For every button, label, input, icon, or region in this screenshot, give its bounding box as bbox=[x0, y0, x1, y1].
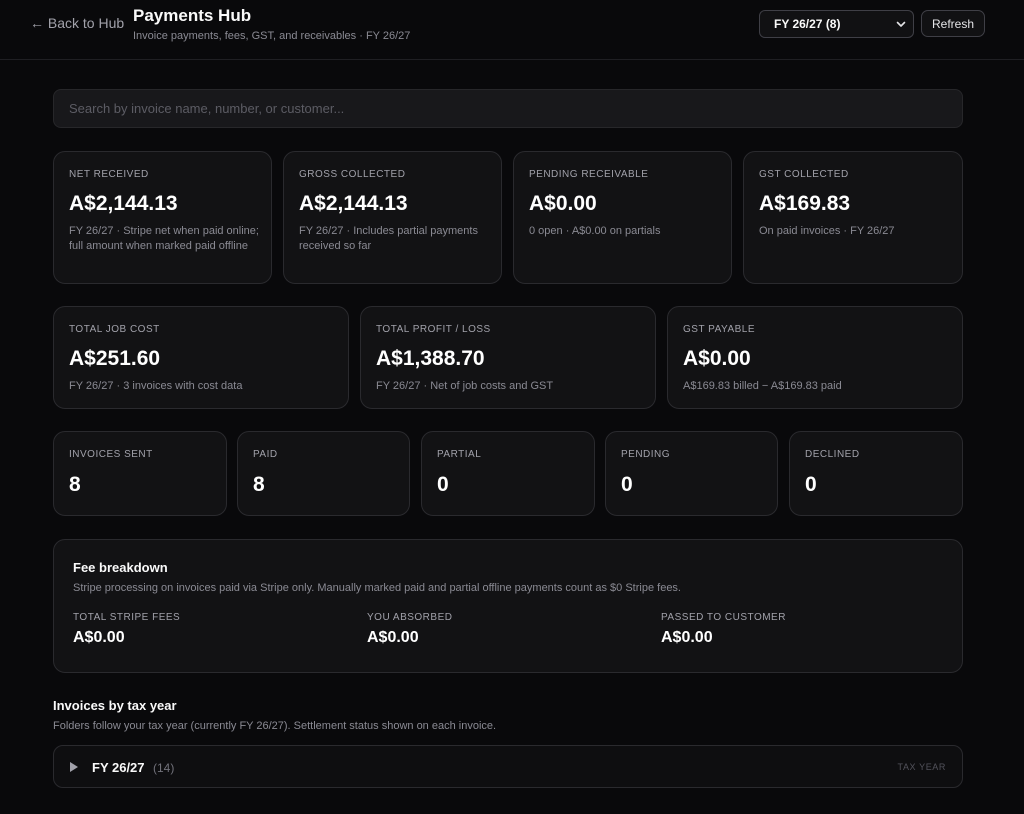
play-triangle-icon bbox=[70, 762, 78, 772]
invoices-section-title: Invoices by tax year bbox=[53, 698, 177, 713]
invoices-section-description: Folders follow your tax year (currently … bbox=[53, 720, 497, 732]
stat-label: TOTAL PROFIT / LOSS bbox=[376, 324, 491, 335]
count-value: 0 bbox=[437, 473, 449, 496]
stat-value: A$169.83 bbox=[759, 192, 851, 215]
count-value: 8 bbox=[69, 473, 81, 496]
stat-value: A$2,144.13 bbox=[299, 192, 408, 215]
tax-year-folder[interactable]: FY 26/27 (14) TAX YEAR bbox=[53, 745, 963, 788]
stat-subtext: A$169.83 billed − A$169.83 paid bbox=[683, 380, 842, 392]
stat-label: GST COLLECTED bbox=[759, 169, 849, 180]
stat-card-total-job-cost: TOTAL JOB COST A$251.60 FY 26/27 · 3 inv… bbox=[53, 306, 349, 409]
tax-year-select[interactable]: FY 26/27 (8) bbox=[759, 10, 914, 38]
count-card-declined: DECLINED 0 bbox=[789, 431, 963, 516]
stat-label: GROSS COLLECTED bbox=[299, 169, 406, 180]
fee-value: A$0.00 bbox=[367, 629, 419, 646]
fee-breakdown-description: Stripe processing on invoices paid via S… bbox=[73, 582, 681, 594]
stat-label: PENDING RECEIVABLE bbox=[529, 169, 649, 180]
stat-subtext: FY 26/27 · Includes partial payments rec… bbox=[299, 225, 478, 252]
stat-card-gst-payable: GST PAYABLE A$0.00 A$169.83 billed − A$1… bbox=[667, 306, 963, 409]
count-label: PAID bbox=[253, 449, 278, 460]
fee-breakdown-title: Fee breakdown bbox=[73, 560, 168, 575]
stat-label: NET RECEIVED bbox=[69, 169, 149, 180]
folder-count: (14) bbox=[153, 761, 175, 775]
count-card-paid: PAID 8 bbox=[237, 431, 410, 516]
stat-subtext: On paid invoices · FY 26/27 bbox=[759, 225, 895, 237]
count-value: 0 bbox=[805, 473, 817, 496]
stat-value: A$0.00 bbox=[683, 347, 751, 370]
fee-label: PASSED TO CUSTOMER bbox=[661, 612, 786, 623]
fee-you-absorbed: YOU ABSORBED A$0.00 bbox=[367, 612, 452, 647]
tax-year-select-value: FY 26/27 (8) bbox=[774, 17, 841, 31]
stat-label: TOTAL JOB COST bbox=[69, 324, 160, 335]
stat-subtext: 0 open · A$0.00 on partials bbox=[529, 225, 661, 237]
stat-value: A$0.00 bbox=[529, 192, 597, 215]
fee-total-stripe: TOTAL STRIPE FEES A$0.00 bbox=[73, 612, 180, 647]
page-subtitle: Invoice payments, fees, GST, and receiva… bbox=[133, 30, 411, 42]
count-label: PARTIAL bbox=[437, 449, 482, 460]
fee-passed-to-customer: PASSED TO CUSTOMER A$0.00 bbox=[661, 612, 786, 647]
count-value: 0 bbox=[621, 473, 633, 496]
stat-subtext: FY 26/27 · Net of job costs and GST bbox=[376, 380, 554, 392]
top-bar: ← Back to Hub Payments Hub Invoice payme… bbox=[0, 0, 1024, 60]
fee-value: A$0.00 bbox=[661, 629, 713, 646]
fee-value: A$0.00 bbox=[73, 629, 125, 646]
stat-value: A$251.60 bbox=[69, 347, 161, 370]
count-label: DECLINED bbox=[805, 449, 860, 460]
count-card-invoices-sent: INVOICES SENT 8 bbox=[53, 431, 227, 516]
stat-card-total-profit-loss: TOTAL PROFIT / LOSS A$1,388.70 FY 26/27 … bbox=[360, 306, 656, 409]
folder-tag: TAX YEAR bbox=[897, 762, 946, 772]
back-to-hub-link[interactable]: ← Back to Hub bbox=[30, 15, 124, 31]
fee-label: YOU ABSORBED bbox=[367, 612, 453, 623]
page-title: Payments Hub bbox=[133, 6, 252, 25]
fee-label: TOTAL STRIPE FEES bbox=[73, 612, 181, 623]
stat-card-net-received: NET RECEIVED A$2,144.13 FY 26/27 · Strip… bbox=[53, 151, 272, 284]
stat-label: GST PAYABLE bbox=[683, 324, 756, 335]
fee-breakdown-card: Fee breakdown Stripe processing on invoi… bbox=[53, 539, 963, 673]
chevron-down-icon bbox=[896, 21, 906, 27]
stat-card-pending-receivable: PENDING RECEIVABLE A$0.00 0 open · A$0.0… bbox=[513, 151, 732, 284]
count-label: INVOICES SENT bbox=[69, 449, 153, 460]
count-value: 8 bbox=[253, 473, 265, 496]
count-card-partial: PARTIAL 0 bbox=[421, 431, 595, 516]
refresh-button[interactable]: Refresh bbox=[921, 10, 985, 37]
stat-subtext: FY 26/27 · Stripe net when paid online; … bbox=[69, 225, 259, 252]
folder-name: FY 26/27 bbox=[92, 760, 145, 775]
count-label: PENDING bbox=[621, 449, 671, 460]
stat-card-gross-collected: GROSS COLLECTED A$2,144.13 FY 26/27 · In… bbox=[283, 151, 502, 284]
count-card-pending: PENDING 0 bbox=[605, 431, 778, 516]
stat-value: A$1,388.70 bbox=[376, 347, 485, 370]
stat-card-gst-collected: GST COLLECTED A$169.83 On paid invoices … bbox=[743, 151, 963, 284]
stat-value: A$2,144.13 bbox=[69, 192, 178, 215]
stat-subtext: FY 26/27 · 3 invoices with cost data bbox=[69, 380, 243, 392]
search-input[interactable] bbox=[53, 89, 963, 128]
